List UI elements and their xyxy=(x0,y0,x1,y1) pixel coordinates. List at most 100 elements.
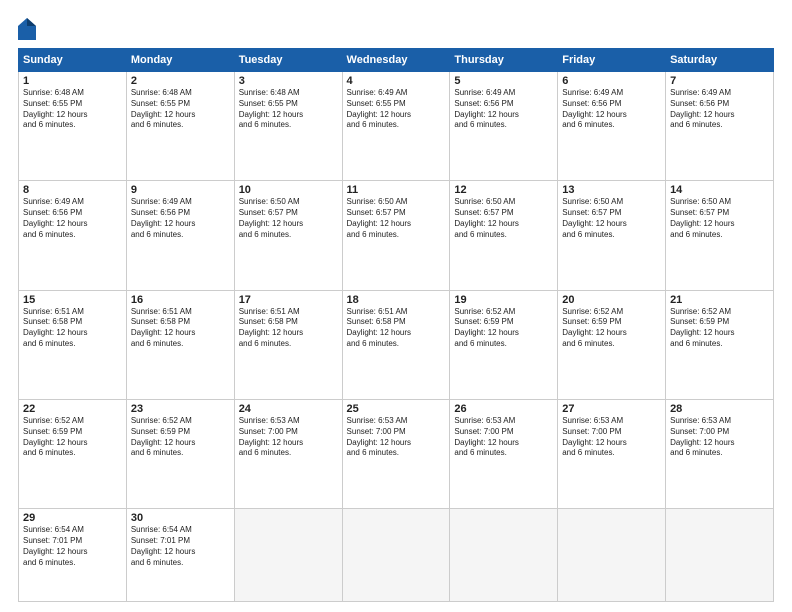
day-info: Sunrise: 6:48 AM Sunset: 6:55 PM Dayligh… xyxy=(239,88,338,131)
day-number: 7 xyxy=(670,75,769,87)
day-info: Sunrise: 6:51 AM Sunset: 6:58 PM Dayligh… xyxy=(131,307,230,350)
day-info: Sunrise: 6:50 AM Sunset: 6:57 PM Dayligh… xyxy=(670,197,769,240)
day-info: Sunrise: 6:52 AM Sunset: 6:59 PM Dayligh… xyxy=(670,307,769,350)
day-number: 12 xyxy=(454,184,553,196)
day-number: 26 xyxy=(454,403,553,415)
day-number: 21 xyxy=(670,294,769,306)
calendar-day-cell: 18Sunrise: 6:51 AM Sunset: 6:58 PM Dayli… xyxy=(342,290,450,399)
day-info: Sunrise: 6:53 AM Sunset: 7:00 PM Dayligh… xyxy=(454,416,553,459)
calendar-day-cell: 30Sunrise: 6:54 AM Sunset: 7:01 PM Dayli… xyxy=(126,509,234,602)
logo xyxy=(18,18,40,40)
day-number: 9 xyxy=(131,184,230,196)
calendar-day-cell: 15Sunrise: 6:51 AM Sunset: 6:58 PM Dayli… xyxy=(19,290,127,399)
day-number: 17 xyxy=(239,294,338,306)
logo-icon xyxy=(18,18,36,40)
calendar-day-cell: 25Sunrise: 6:53 AM Sunset: 7:00 PM Dayli… xyxy=(342,400,450,509)
day-info: Sunrise: 6:52 AM Sunset: 6:59 PM Dayligh… xyxy=(454,307,553,350)
day-info: Sunrise: 6:49 AM Sunset: 6:55 PM Dayligh… xyxy=(347,88,446,131)
day-number: 14 xyxy=(670,184,769,196)
day-info: Sunrise: 6:51 AM Sunset: 6:58 PM Dayligh… xyxy=(23,307,122,350)
calendar-empty-cell xyxy=(342,509,450,602)
header xyxy=(18,18,774,40)
day-number: 10 xyxy=(239,184,338,196)
day-number: 6 xyxy=(562,75,661,87)
calendar-day-cell: 6Sunrise: 6:49 AM Sunset: 6:56 PM Daylig… xyxy=(558,72,666,181)
day-info: Sunrise: 6:51 AM Sunset: 6:58 PM Dayligh… xyxy=(239,307,338,350)
calendar-table: SundayMondayTuesdayWednesdayThursdayFrid… xyxy=(18,48,774,602)
calendar-weekday-header: Wednesday xyxy=(342,49,450,72)
day-info: Sunrise: 6:49 AM Sunset: 6:56 PM Dayligh… xyxy=(454,88,553,131)
day-number: 18 xyxy=(347,294,446,306)
day-info: Sunrise: 6:53 AM Sunset: 7:00 PM Dayligh… xyxy=(347,416,446,459)
calendar-day-cell: 23Sunrise: 6:52 AM Sunset: 6:59 PM Dayli… xyxy=(126,400,234,509)
calendar-day-cell: 3Sunrise: 6:48 AM Sunset: 6:55 PM Daylig… xyxy=(234,72,342,181)
calendar-day-cell: 19Sunrise: 6:52 AM Sunset: 6:59 PM Dayli… xyxy=(450,290,558,399)
day-info: Sunrise: 6:53 AM Sunset: 7:00 PM Dayligh… xyxy=(670,416,769,459)
calendar-empty-cell xyxy=(234,509,342,602)
day-info: Sunrise: 6:54 AM Sunset: 7:01 PM Dayligh… xyxy=(23,525,122,568)
calendar-day-cell: 26Sunrise: 6:53 AM Sunset: 7:00 PM Dayli… xyxy=(450,400,558,509)
calendar-body: 1Sunrise: 6:48 AM Sunset: 6:55 PM Daylig… xyxy=(19,72,774,602)
calendar-day-cell: 28Sunrise: 6:53 AM Sunset: 7:00 PM Dayli… xyxy=(666,400,774,509)
day-number: 27 xyxy=(562,403,661,415)
day-number: 30 xyxy=(131,512,230,524)
day-number: 24 xyxy=(239,403,338,415)
calendar-weekday-header: Tuesday xyxy=(234,49,342,72)
calendar-day-cell: 7Sunrise: 6:49 AM Sunset: 6:56 PM Daylig… xyxy=(666,72,774,181)
calendar-day-cell: 5Sunrise: 6:49 AM Sunset: 6:56 PM Daylig… xyxy=(450,72,558,181)
day-info: Sunrise: 6:50 AM Sunset: 6:57 PM Dayligh… xyxy=(347,197,446,240)
day-number: 13 xyxy=(562,184,661,196)
calendar-day-cell: 12Sunrise: 6:50 AM Sunset: 6:57 PM Dayli… xyxy=(450,181,558,290)
calendar-day-cell: 20Sunrise: 6:52 AM Sunset: 6:59 PM Dayli… xyxy=(558,290,666,399)
day-info: Sunrise: 6:48 AM Sunset: 6:55 PM Dayligh… xyxy=(23,88,122,131)
calendar-week-row: 1Sunrise: 6:48 AM Sunset: 6:55 PM Daylig… xyxy=(19,72,774,181)
calendar-day-cell: 9Sunrise: 6:49 AM Sunset: 6:56 PM Daylig… xyxy=(126,181,234,290)
day-number: 22 xyxy=(23,403,122,415)
calendar-weekday-header: Monday xyxy=(126,49,234,72)
calendar-empty-cell xyxy=(450,509,558,602)
day-info: Sunrise: 6:53 AM Sunset: 7:00 PM Dayligh… xyxy=(239,416,338,459)
day-number: 8 xyxy=(23,184,122,196)
day-info: Sunrise: 6:49 AM Sunset: 6:56 PM Dayligh… xyxy=(670,88,769,131)
calendar-week-row: 29Sunrise: 6:54 AM Sunset: 7:01 PM Dayli… xyxy=(19,509,774,602)
day-info: Sunrise: 6:52 AM Sunset: 6:59 PM Dayligh… xyxy=(562,307,661,350)
day-number: 28 xyxy=(670,403,769,415)
calendar-week-row: 8Sunrise: 6:49 AM Sunset: 6:56 PM Daylig… xyxy=(19,181,774,290)
calendar-day-cell: 8Sunrise: 6:49 AM Sunset: 6:56 PM Daylig… xyxy=(19,181,127,290)
day-info: Sunrise: 6:50 AM Sunset: 6:57 PM Dayligh… xyxy=(454,197,553,240)
calendar-day-cell: 4Sunrise: 6:49 AM Sunset: 6:55 PM Daylig… xyxy=(342,72,450,181)
day-number: 3 xyxy=(239,75,338,87)
day-number: 5 xyxy=(454,75,553,87)
day-info: Sunrise: 6:49 AM Sunset: 6:56 PM Dayligh… xyxy=(562,88,661,131)
calendar-day-cell: 2Sunrise: 6:48 AM Sunset: 6:55 PM Daylig… xyxy=(126,72,234,181)
day-info: Sunrise: 6:54 AM Sunset: 7:01 PM Dayligh… xyxy=(131,525,230,568)
day-number: 29 xyxy=(23,512,122,524)
calendar-day-cell: 16Sunrise: 6:51 AM Sunset: 6:58 PM Dayli… xyxy=(126,290,234,399)
calendar-day-cell: 13Sunrise: 6:50 AM Sunset: 6:57 PM Dayli… xyxy=(558,181,666,290)
day-info: Sunrise: 6:53 AM Sunset: 7:00 PM Dayligh… xyxy=(562,416,661,459)
calendar-weekday-header: Thursday xyxy=(450,49,558,72)
calendar-day-cell: 21Sunrise: 6:52 AM Sunset: 6:59 PM Dayli… xyxy=(666,290,774,399)
day-number: 1 xyxy=(23,75,122,87)
calendar-weekday-header: Saturday xyxy=(666,49,774,72)
day-number: 19 xyxy=(454,294,553,306)
day-number: 20 xyxy=(562,294,661,306)
day-number: 4 xyxy=(347,75,446,87)
calendar-day-cell: 1Sunrise: 6:48 AM Sunset: 6:55 PM Daylig… xyxy=(19,72,127,181)
calendar-weekday-header: Sunday xyxy=(19,49,127,72)
page: SundayMondayTuesdayWednesdayThursdayFrid… xyxy=(0,0,792,612)
calendar-weekday-header: Friday xyxy=(558,49,666,72)
calendar-day-cell: 24Sunrise: 6:53 AM Sunset: 7:00 PM Dayli… xyxy=(234,400,342,509)
day-info: Sunrise: 6:50 AM Sunset: 6:57 PM Dayligh… xyxy=(239,197,338,240)
calendar-day-cell: 22Sunrise: 6:52 AM Sunset: 6:59 PM Dayli… xyxy=(19,400,127,509)
day-number: 2 xyxy=(131,75,230,87)
day-info: Sunrise: 6:49 AM Sunset: 6:56 PM Dayligh… xyxy=(23,197,122,240)
day-info: Sunrise: 6:52 AM Sunset: 6:59 PM Dayligh… xyxy=(131,416,230,459)
day-info: Sunrise: 6:48 AM Sunset: 6:55 PM Dayligh… xyxy=(131,88,230,131)
calendar-empty-cell xyxy=(666,509,774,602)
calendar-week-row: 22 Sunrise: 6:52 AM Sunset: 6:59 PM Dayli… xyxy=(19,400,774,509)
calendar-week-row: 15Sunrise: 6:51 AM Sunset: 6:58 PM Dayli… xyxy=(19,290,774,399)
day-number: 25 xyxy=(347,403,446,415)
calendar-day-cell: 14Sunrise: 6:50 AM Sunset: 6:57 PM Dayli… xyxy=(666,181,774,290)
day-number: 16 xyxy=(131,294,230,306)
